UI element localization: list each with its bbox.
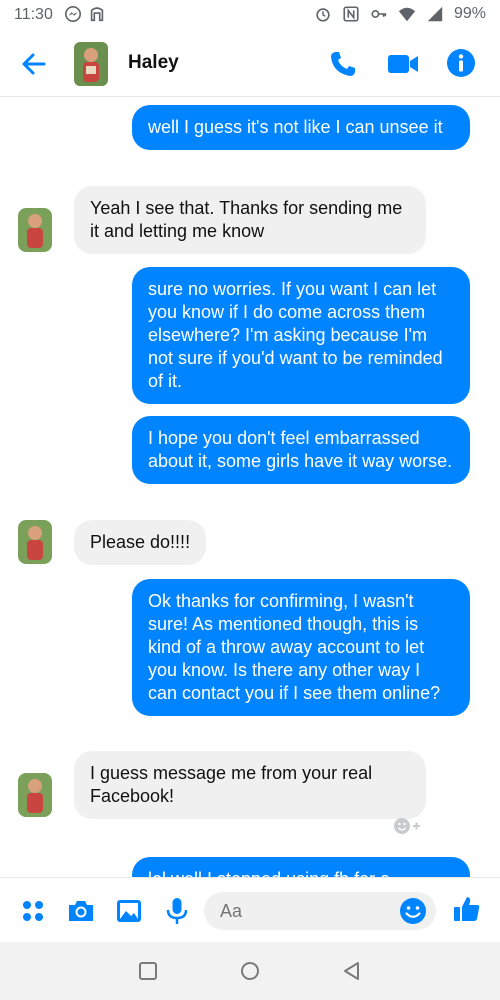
message-bubble-incoming[interactable]: I guess message me from your real Facebo… xyxy=(74,751,426,819)
contact-avatar[interactable] xyxy=(74,42,108,86)
sender-avatar xyxy=(18,520,52,564)
message-bubble-incoming[interactable]: Yeah I see that. Thanks for sending me i… xyxy=(74,186,426,254)
message-bubble-outgoing[interactable]: I hope you don't feel embarrassed about … xyxy=(132,416,470,484)
battery-level: 99% xyxy=(453,5,486,22)
messenger-icon xyxy=(64,5,82,23)
add-reaction-icon[interactable] xyxy=(392,815,422,837)
video-camera-icon[interactable] xyxy=(386,49,420,79)
signal-icon xyxy=(427,6,443,22)
emoji-icon[interactable] xyxy=(398,896,428,926)
sender-avatar xyxy=(18,773,52,817)
message-bubble-outgoing[interactable]: lol well I stopped using fb for a xyxy=(132,857,470,877)
message-composer xyxy=(0,877,500,943)
conversation-header: Haley xyxy=(0,32,500,97)
message-list[interactable]: well I guess it's not like I can unsee i… xyxy=(0,97,500,877)
status-time: 11:30 xyxy=(14,6,53,23)
info-icon[interactable] xyxy=(446,48,476,78)
back-icon[interactable] xyxy=(341,960,363,982)
nfc-icon xyxy=(343,6,359,22)
system-nav-bar xyxy=(0,942,500,1000)
wifi-icon xyxy=(398,7,416,22)
vpn-key-icon xyxy=(371,10,387,18)
message-bubble-outgoing[interactable]: well I guess it's not like I can unsee i… xyxy=(132,105,470,150)
message-bubble-outgoing[interactable]: Ok thanks for confirming, I wasn't sure!… xyxy=(132,579,470,716)
camera-icon[interactable] xyxy=(66,896,96,926)
status-bar: 11:30 99% xyxy=(0,0,500,32)
alarm-icon xyxy=(316,8,330,22)
message-bubble-incoming[interactable]: Please do!!!! xyxy=(74,520,207,565)
thumbs-up-icon[interactable] xyxy=(452,894,482,924)
contact-name[interactable]: Haley xyxy=(128,52,179,74)
sender-avatar xyxy=(18,208,52,252)
back-arrow-icon[interactable] xyxy=(18,48,50,80)
nfc-app-icon xyxy=(90,7,104,22)
gallery-icon[interactable] xyxy=(114,896,144,926)
recent-apps-icon[interactable] xyxy=(137,960,159,982)
home-icon[interactable] xyxy=(239,960,261,982)
message-bubble-outgoing[interactable]: sure no worries. If you want I can let y… xyxy=(132,267,470,404)
apps-grid-icon[interactable] xyxy=(18,896,48,926)
microphone-icon[interactable] xyxy=(162,896,192,926)
phone-icon[interactable] xyxy=(328,49,358,79)
